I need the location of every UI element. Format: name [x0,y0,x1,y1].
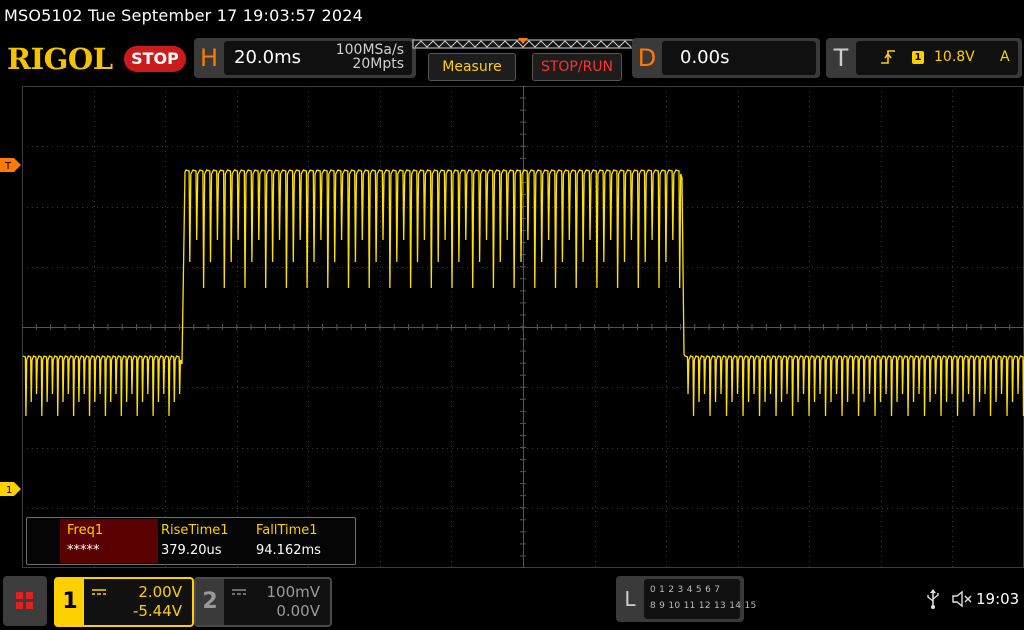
timebase-value: 20.0ms [234,47,301,68]
channel1-panel[interactable]: 1 2.00V -5.44V [54,577,194,627]
channel1-offset: -5.44V [132,602,182,620]
usb-icon [927,589,939,609]
logic-letter: L [624,587,636,611]
trigger-readout: 1 10.8V A [856,41,1018,75]
delay-readout: 0.00s [662,41,816,75]
model-timestamp: MSO5102 Tue September 17 19:03:57 2024 [4,6,364,25]
horizontal-letter: H [199,44,219,72]
measurement-risetime[interactable]: RiseTime1 379.20us [161,521,229,561]
measurement-value: 379.20us [161,543,222,558]
memory-position-bar[interactable] [412,38,634,50]
channel2-scale: 100mV [266,583,320,601]
channel1-scale: 2.00V [138,583,182,601]
main-menu-button[interactable] [3,576,47,626]
measurement-value: ***** [67,543,100,558]
menu-grid-icon-cell [26,602,33,609]
channel2-panel[interactable]: 2 100mV 0.00V [194,577,332,627]
menu-grid-icon [16,592,23,599]
measurement-value: 94.162ms [256,543,321,558]
graticule [22,86,1024,568]
status-clock: 19:03 [976,590,1020,608]
logic-row-high: 8 9 10 11 12 13 14 15 [650,601,757,611]
trigger-marker-label: T [4,161,12,172]
measurement-falltime[interactable]: FallTime1 94.162ms [256,521,321,561]
menu-grid-icon-cell [26,592,33,599]
channel2-offset: 0.00V [276,602,320,620]
horizontal-readout: 20.0ms 100MSa/s 20Mpts [224,41,412,75]
trigger-source-badge: 1 [912,51,924,64]
channel1-ground-marker[interactable]: 1 [0,481,22,497]
run-state-badge[interactable]: STOP [124,46,186,72]
trigger-level-marker[interactable]: T [0,157,22,173]
logic-channels-panel[interactable]: L 0 1 2 3 4 5 6 7 8 9 10 11 12 13 14 15 [616,576,756,622]
channel1-number: 1 [56,579,84,625]
speaker-muted-icon[interactable] [952,590,974,608]
trigger-mode: A [1000,49,1010,65]
measurement-label: RiseTime1 [161,523,229,538]
memory-depth: 20Mpts [352,56,404,72]
trigger-level: 10.8V [934,49,975,65]
channel2-number: 2 [196,579,224,625]
stop-run-button[interactable]: STOP/RUN [532,53,622,81]
waveform-display[interactable] [22,86,1024,568]
rising-edge-icon [881,50,895,64]
measure-button[interactable]: Measure [428,53,516,81]
sample-rate: 100MSa/s [335,42,404,58]
horizontal-panel[interactable]: H 20.0ms 100MSa/s 20Mpts [194,38,416,78]
trigger-letter: T [833,44,849,72]
channel1-marker-label: 1 [6,485,12,496]
rigol-logo: RIGOL [7,42,113,76]
sample-info: 100MSa/s 20Mpts [336,43,404,71]
delay-value: 0.00s [680,47,730,68]
logic-channel-map: 0 1 2 3 4 5 6 7 8 9 10 11 12 13 14 15 [644,579,756,619]
measurement-label: FallTime1 [256,523,318,538]
delay-panel[interactable]: D 0.00s [632,38,820,78]
measurement-freq[interactable]: Freq1 ***** [67,521,103,561]
trigger-panel[interactable]: T 1 10.8V A [826,38,1022,78]
menu-grid-icon-cell [16,602,23,609]
delay-letter: D [637,44,657,72]
measurement-label: Freq1 [67,523,104,538]
dc-coupling-icon [92,589,106,595]
logic-row-low: 0 1 2 3 4 5 6 7 [650,585,721,595]
dc-coupling-icon [232,589,246,595]
measurement-panel[interactable]: Freq1 ***** RiseTime1 379.20us FallTime1… [26,517,356,565]
